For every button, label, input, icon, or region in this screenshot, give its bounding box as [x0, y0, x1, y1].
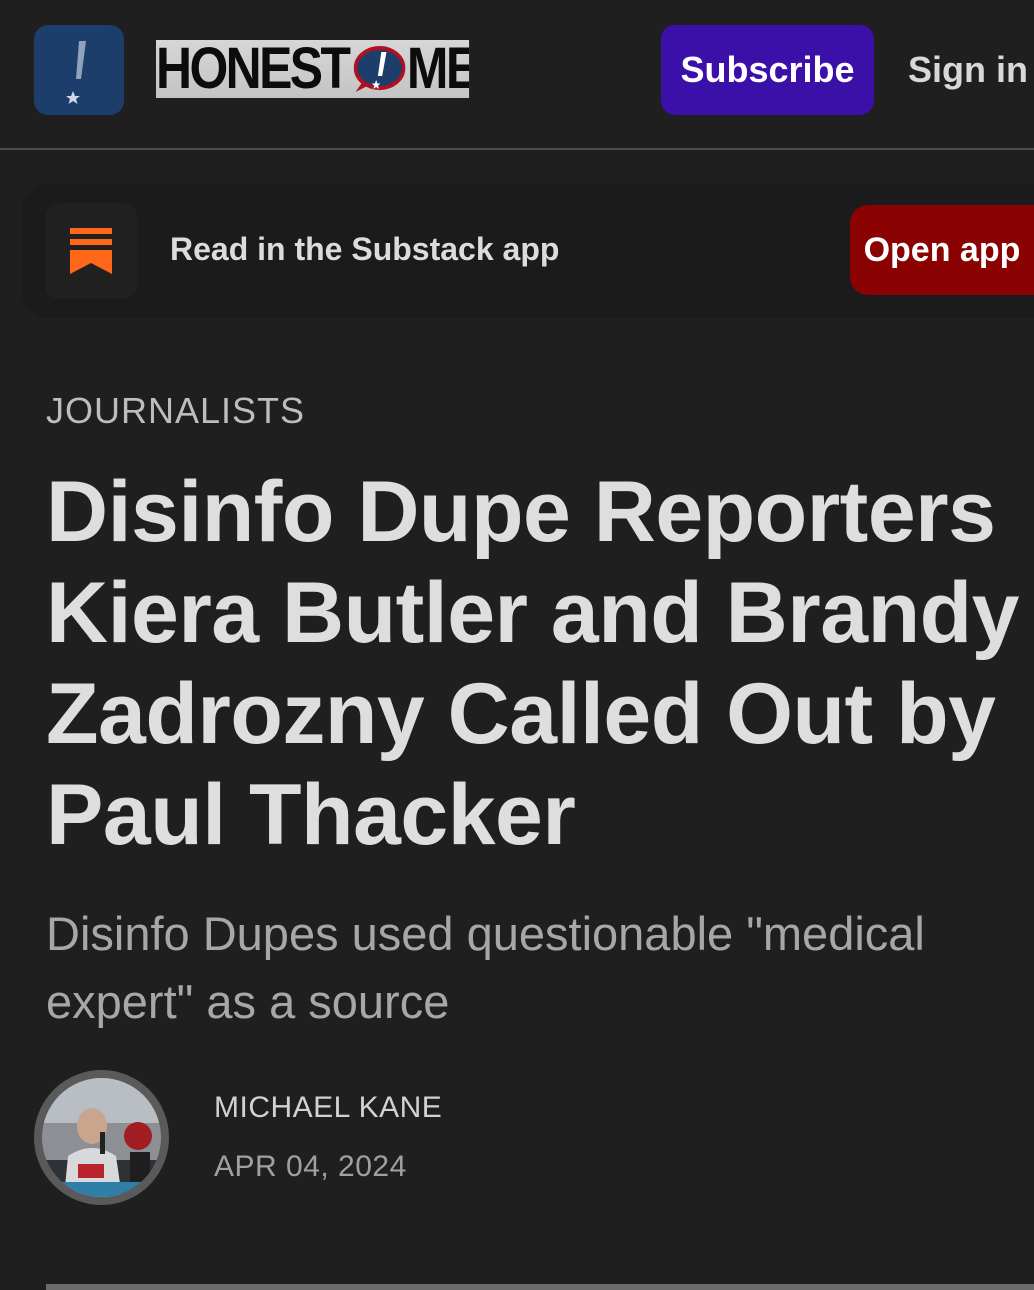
publish-date: APR 04, 2024 — [214, 1150, 407, 1183]
logo-speech-mark-icon — [350, 44, 406, 94]
author-name[interactable]: MICHAEL KANE — [214, 1091, 442, 1125]
logo-text-left: HONEST — [156, 40, 351, 98]
article-title: Disinfo Dupe Reporters Kiera Butler and … — [46, 464, 1019, 863]
site-logo[interactable]: HONEST MEDIA — [156, 40, 470, 98]
section-label[interactable]: JOURNALISTS — [46, 390, 305, 432]
divider — [46, 1284, 1034, 1290]
article-subtitle: Disinfo Dupes used questionable "medical… — [46, 907, 925, 1028]
publication-icon[interactable] — [34, 25, 124, 115]
exclamation-star-icon — [66, 41, 86, 104]
open-app-button[interactable]: Open app — [850, 205, 1034, 295]
site-header: HONEST MEDIA Subscribe Sign in — [0, 0, 1034, 150]
app-banner-text: Read in the Substack app — [170, 230, 560, 267]
page: HONEST MEDIA Subscribe Sign in Read in t… — [0, 0, 1034, 1290]
subscribe-button[interactable]: Subscribe — [661, 25, 874, 115]
author-avatar[interactable] — [34, 1070, 169, 1205]
sign-in-link[interactable]: Sign in — [908, 25, 1028, 115]
substack-bookmark-icon — [70, 228, 112, 274]
logo-text-right: MEDIA — [406, 40, 469, 98]
substack-app-icon — [45, 203, 137, 299]
